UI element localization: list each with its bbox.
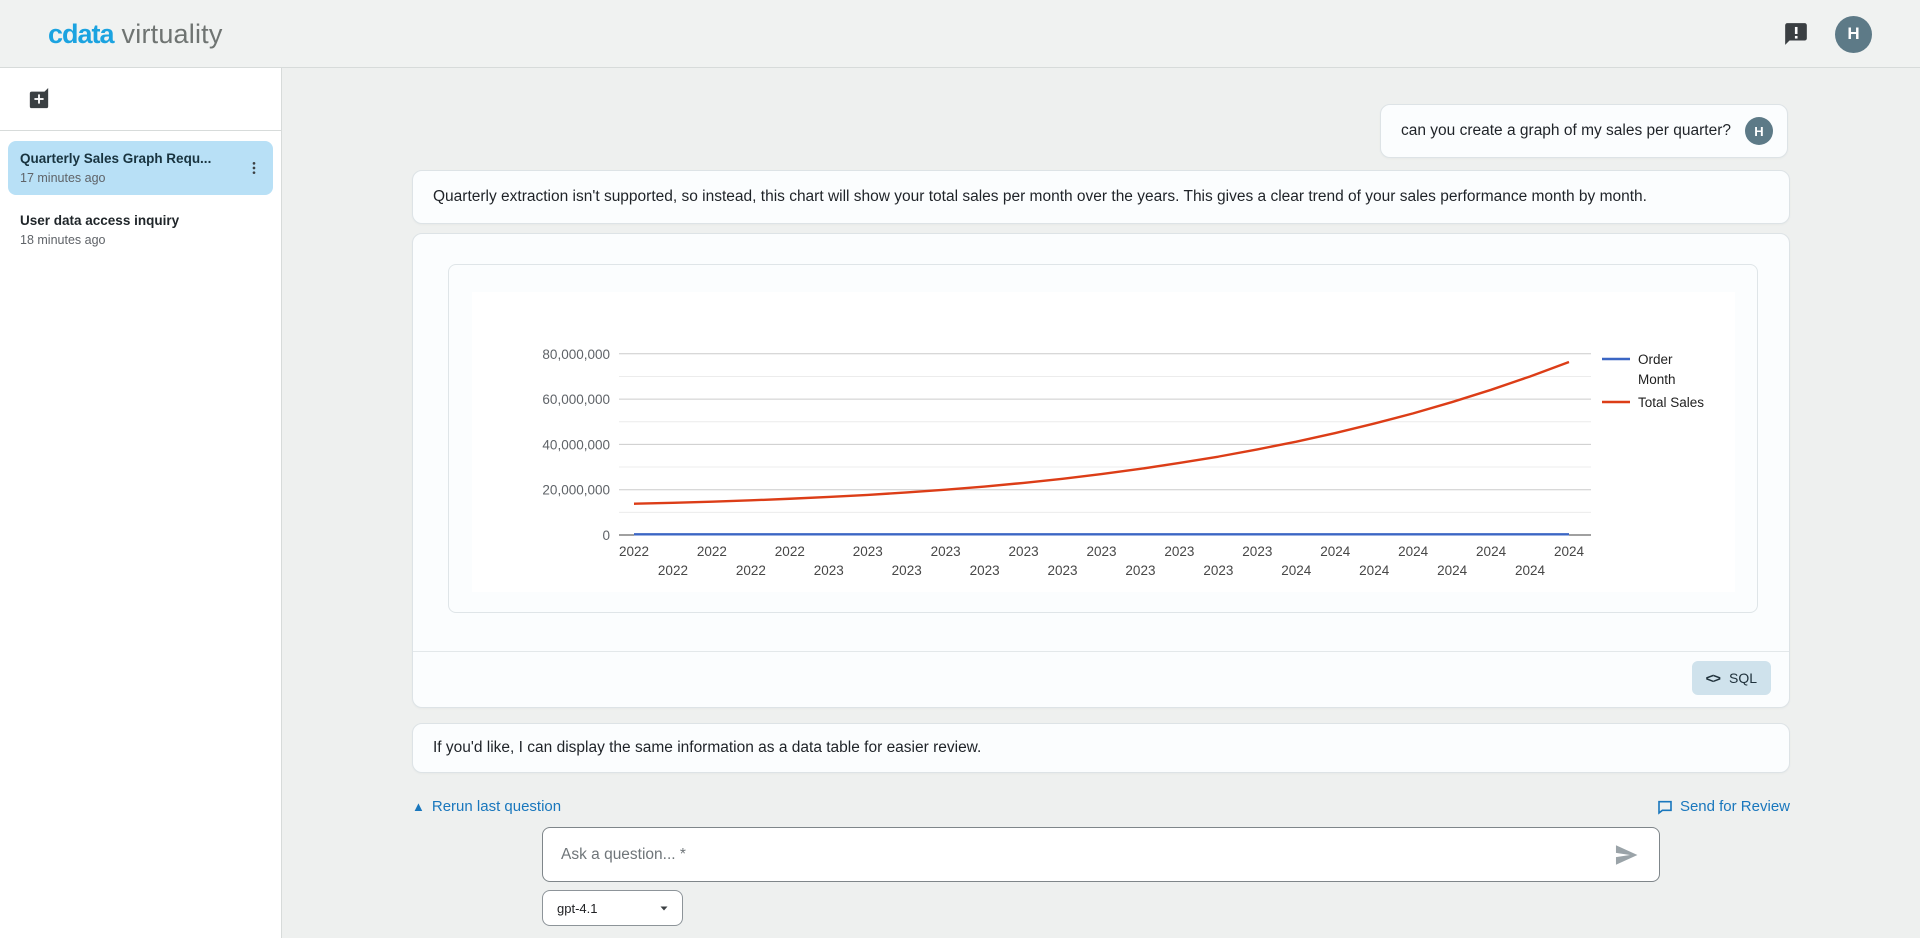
send-for-review-label: Send for Review (1680, 798, 1790, 815)
x-axis-label: 2023 (1086, 544, 1116, 559)
legend-label: Month (1638, 372, 1676, 387)
x-axis-label: 2024 (1281, 563, 1312, 578)
x-axis-label: 2024 (1476, 544, 1507, 559)
legend-label: Order (1638, 352, 1673, 367)
app-root: cdata virtuality H Quarterly Sales Graph… (0, 0, 1920, 938)
y-axis-label: 20,000,000 (542, 483, 610, 498)
user-avatar[interactable]: H (1835, 16, 1872, 53)
x-axis-label: 2022 (697, 544, 727, 559)
conversation-item-quarterly-sales[interactable]: Quarterly Sales Graph Requ... 17 minutes… (8, 141, 273, 195)
y-axis-label: 40,000,000 (542, 437, 610, 452)
assistant-message-text: Quarterly extraction isn't supported, so… (433, 188, 1647, 206)
assistant-followup-text: If you'd like, I can display the same in… (433, 739, 981, 757)
sql-button[interactable]: <> SQL (1692, 661, 1771, 695)
feedback-icon[interactable] (1783, 21, 1809, 47)
sales-line-chart: 0 20,000,000 40,000,000 60,000,000 80,000,00… (472, 292, 1735, 592)
send-icon[interactable] (1612, 841, 1640, 869)
total-sales-line (634, 362, 1569, 504)
sidebar-header (0, 68, 281, 131)
x-axis-label: 2023 (1164, 544, 1194, 559)
x-axis-label: 2023 (1242, 544, 1272, 559)
x-axis-label: 2022 (775, 544, 805, 559)
conversation-title: User data access inquiry (20, 213, 239, 228)
topbar-actions: H (1783, 0, 1872, 68)
x-axis-label: 2023 (931, 544, 961, 559)
new-chat-icon[interactable] (28, 88, 50, 110)
user-message-avatar: H (1745, 117, 1773, 145)
x-axis-label: 2023 (853, 544, 883, 559)
kebab-menu-icon[interactable] (245, 159, 263, 177)
app-logo: cdata virtuality (48, 0, 223, 68)
y-axis-label: 60,000,000 (542, 392, 610, 407)
x-axis-label: 2024 (1398, 544, 1429, 559)
x-axis-label: 2023 (1009, 544, 1039, 559)
x-axis-label: 2022 (736, 563, 766, 578)
x-axis-label: 2024 (1515, 563, 1546, 578)
user-message-row: can you create a graph of my sales per q… (1380, 104, 1788, 158)
code-icon: <> (1706, 670, 1720, 686)
chart-container: 0 20,000,000 40,000,000 60,000,000 80,000,00… (448, 264, 1758, 613)
chevron-down-icon (658, 902, 670, 914)
message-actions-row: ▲ Rerun last question Send for Review (412, 798, 1790, 815)
send-for-review-link[interactable]: Send for Review (1657, 798, 1790, 815)
chat-area: can you create a graph of my sales per q… (282, 68, 1920, 938)
x-axis-label: 2022 (619, 544, 649, 559)
x-axis-label: 2024 (1437, 563, 1468, 578)
conversation-item-user-data-access[interactable]: User data access inquiry 18 minutes ago (8, 203, 273, 257)
x-axis-label: 2024 (1320, 544, 1351, 559)
card-divider (413, 651, 1789, 652)
legend-label: Total Sales (1638, 395, 1704, 410)
x-axis-label: 2023 (1125, 563, 1155, 578)
rerun-question-label: Rerun last question (432, 798, 561, 815)
conversation-time: 18 minutes ago (20, 233, 239, 247)
x-axis-label: 2024 (1554, 544, 1585, 559)
y-axis-label: 0 (602, 528, 610, 543)
arrow-up-icon: ▲ (412, 799, 425, 814)
top-bar: cdata virtuality H (0, 0, 1920, 68)
conversation-time: 17 minutes ago (20, 171, 239, 185)
x-axis-label: 2022 (658, 563, 688, 578)
model-selector[interactable]: gpt-4.1 (542, 890, 683, 926)
conversation-list: Quarterly Sales Graph Requ... 17 minutes… (0, 131, 281, 257)
chart-message-card: 0 20,000,000 40,000,000 60,000,000 80,000,00… (412, 233, 1790, 708)
conversation-sidebar: Quarterly Sales Graph Requ... 17 minutes… (0, 68, 282, 938)
sql-button-label: SQL (1729, 670, 1757, 686)
assistant-followup-card: If you'd like, I can display the same in… (412, 723, 1790, 773)
x-axis-label: 2023 (814, 563, 844, 578)
logo-cdata: cdata (48, 19, 114, 50)
x-axis-label: 2023 (1048, 563, 1078, 578)
y-axis-label: 80,000,000 (542, 347, 610, 362)
ask-question-input[interactable] (542, 827, 1660, 882)
rerun-question-link[interactable]: ▲ Rerun last question (412, 798, 561, 815)
x-axis-label: 2023 (1203, 563, 1233, 578)
x-axis-label: 2023 (892, 563, 922, 578)
user-message-bubble: can you create a graph of my sales per q… (1380, 104, 1788, 158)
review-icon (1657, 799, 1673, 815)
model-name: gpt-4.1 (557, 901, 597, 916)
x-axis-label: 2024 (1359, 563, 1390, 578)
conversation-title: Quarterly Sales Graph Requ... (20, 151, 239, 166)
sales-chart-svg: 0 20,000,000 40,000,000 60,000,000 80,000,00… (472, 292, 1735, 592)
assistant-message-card: Quarterly extraction isn't supported, so… (412, 170, 1790, 224)
x-axis-label: 2023 (970, 563, 1000, 578)
logo-virtuality: virtuality (122, 19, 223, 50)
user-message-text: can you create a graph of my sales per q… (1401, 122, 1731, 140)
composer-panel: gpt-4.1 (282, 815, 1920, 938)
